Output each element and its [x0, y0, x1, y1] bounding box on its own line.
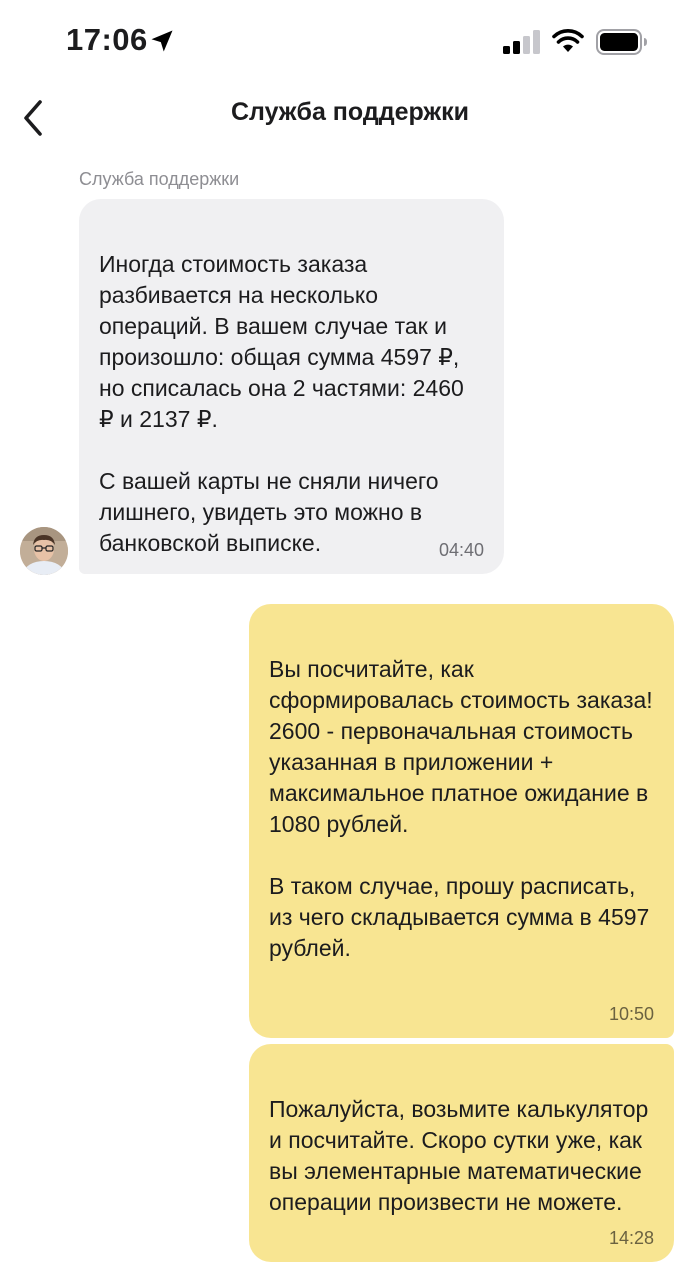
cellular-signal-icon — [503, 30, 540, 54]
location-arrow-icon — [151, 30, 173, 52]
navigation-header: Служба поддержки — [0, 84, 700, 148]
sender-name: Служба поддержки — [79, 169, 240, 189]
message-text: Вы посчитайте, как сформировалась стоимо… — [269, 656, 653, 961]
incoming-message-bubble[interactable]: Иногда стоимость заказа разбивается на н… — [79, 199, 504, 574]
wifi-icon — [552, 29, 584, 52]
message-time: 14:28 — [608, 1228, 654, 1248]
message-text: Пожалуйста, возьмите калькулятор и посчи… — [269, 1096, 649, 1215]
message-time: 04:40 — [438, 540, 484, 560]
avatar[interactable] — [20, 527, 68, 575]
status-time: 17:06 — [66, 22, 148, 57]
message-time: 10:50 — [608, 1004, 654, 1024]
outgoing-message-bubble[interactable]: Вы посчитайте, как сформировалась стоимо… — [249, 604, 674, 1038]
outgoing-message-bubble[interactable]: Пожалуйста, возьмите калькулятор и посчи… — [249, 1044, 674, 1262]
battery-icon — [596, 29, 647, 55]
page-title: Служба поддержки — [230, 98, 470, 126]
message-text: Иногда стоимость заказа разбивается на н… — [99, 251, 464, 556]
status-bar: 17:06 — [0, 0, 700, 84]
support-agent-avatar — [20, 527, 68, 575]
